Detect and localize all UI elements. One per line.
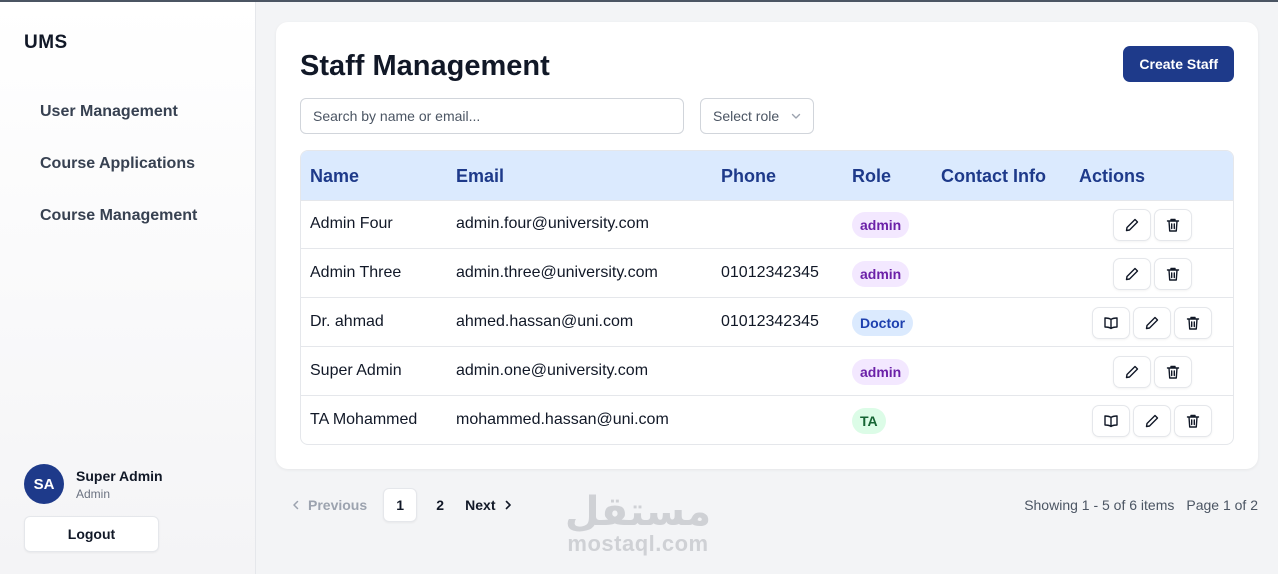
edit-button[interactable] — [1133, 307, 1171, 339]
cell-email: ahmed.hassan@uni.com — [456, 313, 634, 330]
user-name: Super Admin — [76, 467, 163, 484]
watermark-arabic: مستقل — [564, 489, 712, 535]
book-open-icon — [1104, 317, 1118, 330]
table-row: Admin Three admin.three@university.com 0… — [301, 249, 1233, 298]
edit-button[interactable] — [1113, 356, 1151, 388]
next-label: Next — [465, 497, 496, 513]
cell-email: admin.one@university.com — [456, 362, 649, 379]
pagination: Previous 1 2 Next — [290, 488, 514, 522]
page-of-text: Page 1 of 2 — [1186, 497, 1258, 513]
delete-button[interactable] — [1174, 307, 1212, 339]
column-header-role[interactable]: Role — [852, 166, 891, 187]
cell-name: Admin Four — [310, 215, 393, 232]
delete-button[interactable] — [1174, 405, 1212, 437]
pencil-icon — [1125, 267, 1139, 281]
cell-name: Dr. ahmad — [310, 313, 384, 330]
chevron-right-icon — [505, 500, 511, 510]
pencil-icon — [1145, 414, 1159, 428]
column-header-name[interactable]: Name — [310, 166, 359, 187]
role-badge: TA — [852, 408, 886, 434]
watermark-latin: mostaql.com — [567, 531, 709, 556]
create-staff-button[interactable]: Create Staff — [1123, 46, 1234, 82]
table-row: Dr. ahmad ahmed.hassan@uni.com 010123423… — [301, 298, 1233, 347]
page-title: Staff Management — [300, 50, 550, 82]
cell-name: TA Mohammed — [310, 411, 418, 428]
book-open-icon — [1104, 415, 1118, 428]
view-courses-button[interactable] — [1092, 307, 1130, 339]
trash-icon — [1166, 218, 1180, 232]
delete-button[interactable] — [1154, 258, 1192, 290]
edit-button[interactable] — [1113, 258, 1151, 290]
page-1-button[interactable]: 1 — [383, 488, 418, 522]
sidebar-item-course-management[interactable]: Course Management — [24, 199, 234, 233]
sidebar: UMS User Management Course Applications … — [0, 2, 256, 574]
user-role: Admin — [76, 486, 111, 501]
cell-email: admin.four@university.com — [456, 215, 649, 232]
delete-button[interactable] — [1154, 356, 1192, 388]
next-page-button[interactable]: Next — [465, 497, 513, 513]
app-brand: UMS — [24, 32, 68, 53]
delete-button[interactable] — [1154, 209, 1192, 241]
pencil-icon — [1125, 218, 1139, 232]
previous-label: Previous — [308, 497, 368, 513]
pencil-icon — [1125, 365, 1139, 379]
pagination-summary: Showing 1 - 5 of 6 items Page 1 of 2 — [1024, 497, 1258, 513]
chevron-down-icon — [791, 113, 801, 119]
column-header-contact-info[interactable]: Contact Info — [941, 166, 1046, 187]
cell-email: admin.three@university.com — [456, 264, 658, 281]
cell-email: mohammed.hassan@uni.com — [456, 411, 669, 428]
column-header-actions: Actions — [1079, 166, 1146, 186]
page-2-button[interactable]: 2 — [423, 488, 457, 522]
previous-page-button[interactable]: Previous — [290, 497, 367, 513]
cell-name: Admin Three — [310, 264, 402, 281]
role-select-label: Select role — [713, 108, 780, 124]
role-badge: admin — [852, 359, 910, 385]
trash-icon — [1186, 414, 1200, 428]
table-row: Super Admin admin.one@university.com adm… — [301, 347, 1233, 396]
cell-phone: 01012342345 — [721, 313, 819, 330]
column-header-phone[interactable]: Phone — [721, 166, 776, 187]
table-row: TA Mohammed mohammed.hassan@uni.com TA — [301, 396, 1233, 444]
staff-table: Name Email Phone Role Contact Info Actio… — [300, 150, 1234, 445]
cell-name: Super Admin — [310, 362, 402, 379]
avatar: SA — [24, 464, 64, 504]
sidebar-item-user-management[interactable]: User Management — [24, 95, 234, 129]
user-profile: SA Super Admin Admin — [24, 464, 163, 504]
column-header-email[interactable]: Email — [456, 166, 504, 187]
view-courses-button[interactable] — [1092, 405, 1130, 437]
staff-card: Staff Management Create Staff Select rol… — [276, 22, 1258, 469]
edit-button[interactable] — [1113, 209, 1151, 241]
logout-button[interactable]: Logout — [24, 516, 159, 552]
role-badge: admin — [852, 261, 910, 287]
trash-icon — [1166, 267, 1180, 281]
table-header: Name Email Phone Role Contact Info Actio… — [301, 151, 1233, 201]
role-badge: Doctor — [852, 310, 914, 336]
pencil-icon — [1145, 316, 1159, 330]
cell-phone: 01012342345 — [721, 264, 819, 281]
role-badge: admin — [852, 212, 910, 238]
trash-icon — [1186, 316, 1200, 330]
watermark-logo: مستقل mostaql.com — [562, 492, 714, 556]
edit-button[interactable] — [1133, 405, 1171, 437]
chevron-left-icon — [293, 500, 299, 510]
search-input[interactable] — [300, 98, 684, 134]
sidebar-item-course-applications[interactable]: Course Applications — [24, 147, 234, 181]
showing-items-text: Showing 1 - 5 of 6 items — [1024, 497, 1175, 513]
table-row: Admin Four admin.four@university.com adm… — [301, 200, 1233, 249]
role-select[interactable]: Select role — [700, 98, 814, 134]
trash-icon — [1166, 365, 1180, 379]
